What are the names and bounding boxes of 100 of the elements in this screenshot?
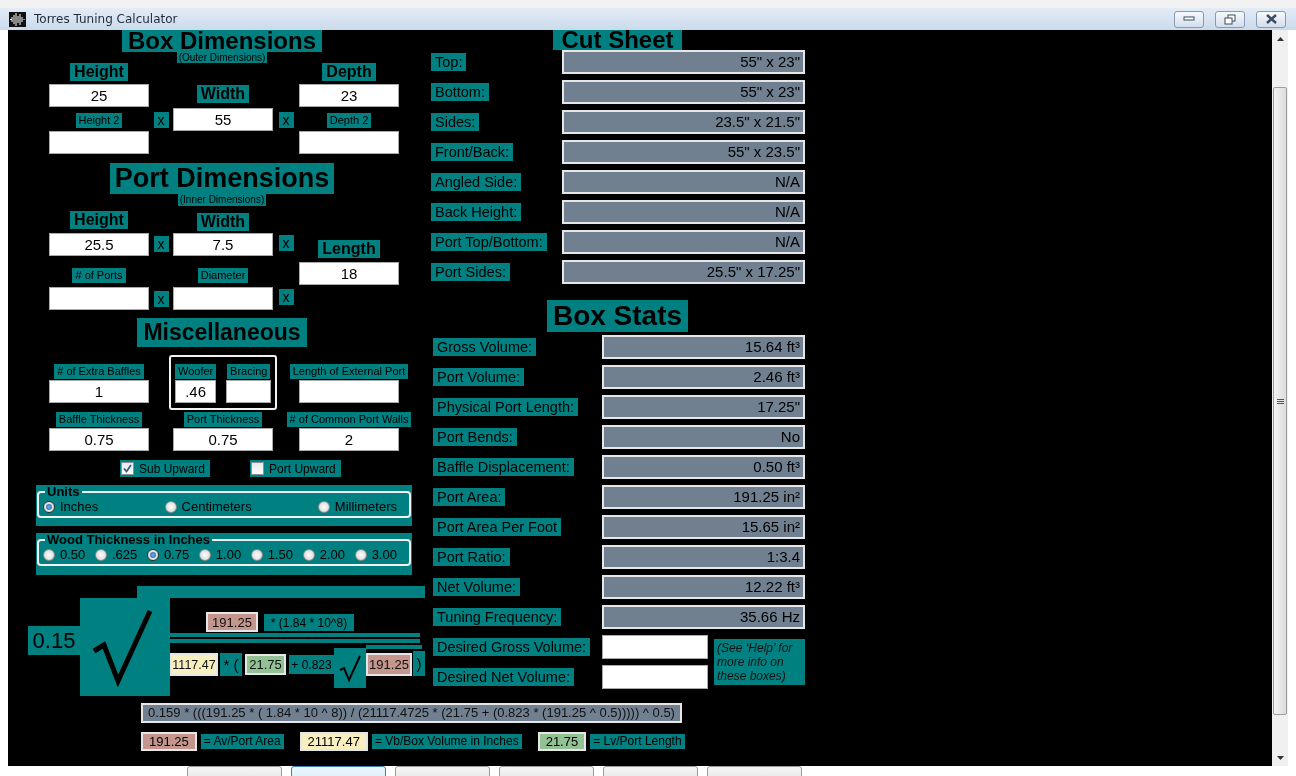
field-label: Bottom: — [431, 83, 489, 101]
field-label: Port Area Per Foot — [433, 518, 562, 536]
radio-button[interactable] — [94, 548, 107, 561]
scrollbar[interactable] — [1272, 30, 1288, 766]
text-field[interactable] — [49, 131, 149, 154]
checkbox[interactable] — [251, 462, 265, 475]
field-label: Physical Port Length: — [433, 398, 579, 416]
window-title: Torres Tuning Calculator — [34, 12, 179, 26]
readout-field: 0.50 ft³ — [602, 455, 805, 479]
text-field[interactable] — [602, 635, 708, 659]
restore-icon — [1224, 13, 1236, 25]
readout-field: N/A — [562, 170, 805, 194]
multiply-sign: x — [278, 235, 294, 251]
readout-field: 2.46 ft³ — [602, 365, 805, 389]
radio-label[interactable]: 1.00 — [215, 547, 242, 562]
radio-button[interactable] — [250, 548, 263, 561]
field-label: Woofer — [175, 364, 217, 379]
field-label: Angled Side: — [431, 173, 522, 191]
radio-button[interactable] — [43, 500, 55, 513]
radio-button[interactable] — [43, 548, 55, 561]
readout-field: 55" x 23" — [562, 50, 805, 74]
radio-label[interactable]: .625 — [111, 547, 138, 562]
field-label: Width — [196, 85, 250, 103]
field-label: Height 2 — [75, 113, 123, 128]
field-label: # of Extra Baffles — [54, 364, 144, 379]
restore-button[interactable] — [1215, 10, 1245, 28]
text-field[interactable] — [226, 380, 272, 403]
text-field[interactable] — [49, 287, 149, 310]
radio-button[interactable] — [198, 548, 211, 561]
radio-button[interactable] — [146, 548, 159, 561]
formula-value: 1117.47 — [170, 653, 218, 676]
text-field[interactable]: .46 — [175, 380, 217, 403]
legend-value: 191.25 — [141, 732, 197, 751]
multiply-sign: x — [153, 291, 169, 307]
multiply-sign: x — [153, 236, 169, 252]
radio-label[interactable]: Millimeters — [334, 499, 397, 514]
readout-field: 191.25 in² — [602, 485, 805, 509]
section-heading: Box Dimensions — [121, 30, 322, 52]
field-label: Top: — [431, 53, 467, 71]
formula-value: 191.25 — [206, 612, 258, 632]
text-field[interactable]: 7.5 — [173, 233, 273, 256]
text-field[interactable] — [299, 380, 399, 403]
field-label: Height — [70, 63, 128, 81]
square-root-icon — [334, 648, 366, 688]
radio-label[interactable]: 0.75 — [163, 547, 190, 562]
minimize-button[interactable] — [1174, 10, 1204, 28]
minimize-icon — [1183, 16, 1195, 22]
close-icon — [1264, 14, 1278, 24]
field-label: Depth 2 — [326, 113, 372, 128]
text-field[interactable]: 1 — [49, 380, 149, 403]
radio-label[interactable]: 0.50 — [60, 547, 86, 562]
checkbox[interactable] — [121, 462, 134, 475]
group-title: Units — [46, 485, 81, 499]
multiply-sign: x — [278, 112, 294, 128]
text-field[interactable] — [299, 131, 399, 154]
text-field[interactable] — [602, 665, 708, 689]
radio-label[interactable]: Centimeters — [181, 499, 252, 514]
formula-text: 0.15 — [28, 626, 80, 655]
group-title: Wood Thickness in Inches — [46, 533, 211, 547]
radio-button[interactable] — [164, 500, 177, 513]
text-field[interactable]: 25 — [49, 84, 149, 107]
formula-bar — [366, 645, 422, 649]
field-label: Length of External Port — [289, 364, 409, 379]
radio-label[interactable]: 1.50 — [267, 547, 294, 562]
radio-label[interactable]: Inches — [60, 499, 99, 514]
section-heading: Box Stats — [546, 300, 689, 332]
radio-button[interactable] — [302, 548, 315, 561]
text-field[interactable]: 18 — [299, 262, 399, 285]
text-field[interactable]: 55 — [173, 108, 273, 131]
field-label: Port Thickness — [183, 412, 263, 427]
readout-field: 1:3.4 — [602, 545, 805, 569]
text-field[interactable]: 2 — [299, 428, 399, 451]
field-label: Depth — [322, 63, 376, 81]
help-note: (See ‘Help’ for more info on these boxes) — [714, 639, 805, 685]
scrollbar-thumb[interactable] — [1273, 87, 1287, 715]
section-heading: Port Dimensions — [109, 163, 335, 194]
field-label: Desired Net Volume: — [433, 668, 574, 686]
section-subheading: (Inner Dimensions) — [177, 194, 267, 206]
close-button[interactable] — [1256, 10, 1286, 28]
section-heading: Miscellaneous — [137, 318, 307, 347]
radio-button[interactable] — [317, 500, 330, 513]
radio-label[interactable]: 2.00 — [319, 547, 345, 562]
formula-expression: 0.159 * (((191.25 * ( 1.84 * 10 ^ 8)) / (21117.4725 * (21.75 + (0.823 * (191.25 ^ 0.5))))) ^ 0.5) — [141, 703, 682, 723]
readout-field: 12.22 ft³ — [602, 575, 805, 599]
text-field[interactable]: 25.5 — [49, 233, 149, 256]
field-label: Back Height: — [431, 203, 522, 221]
field-label: Port Ratio: — [433, 548, 510, 566]
readout-field: 25.5" x 17.25" — [562, 260, 805, 284]
text-field[interactable]: 0.75 — [173, 428, 273, 451]
field-label: Length — [318, 240, 380, 258]
radio-button[interactable] — [354, 548, 367, 561]
text-field[interactable]: 0.75 — [49, 428, 149, 451]
text-field[interactable] — [173, 287, 273, 310]
text-field[interactable]: 23 — [299, 84, 399, 107]
readout-field: 55" x 23" — [562, 80, 805, 104]
field-label: Port Bends: — [433, 428, 517, 446]
radio-label[interactable]: 3.00 — [371, 547, 397, 562]
field-label: Baffle Displacement: — [433, 458, 574, 476]
formula-text: * (1.84 * 10^8) — [264, 614, 354, 631]
field-label: # of Ports — [72, 268, 126, 283]
